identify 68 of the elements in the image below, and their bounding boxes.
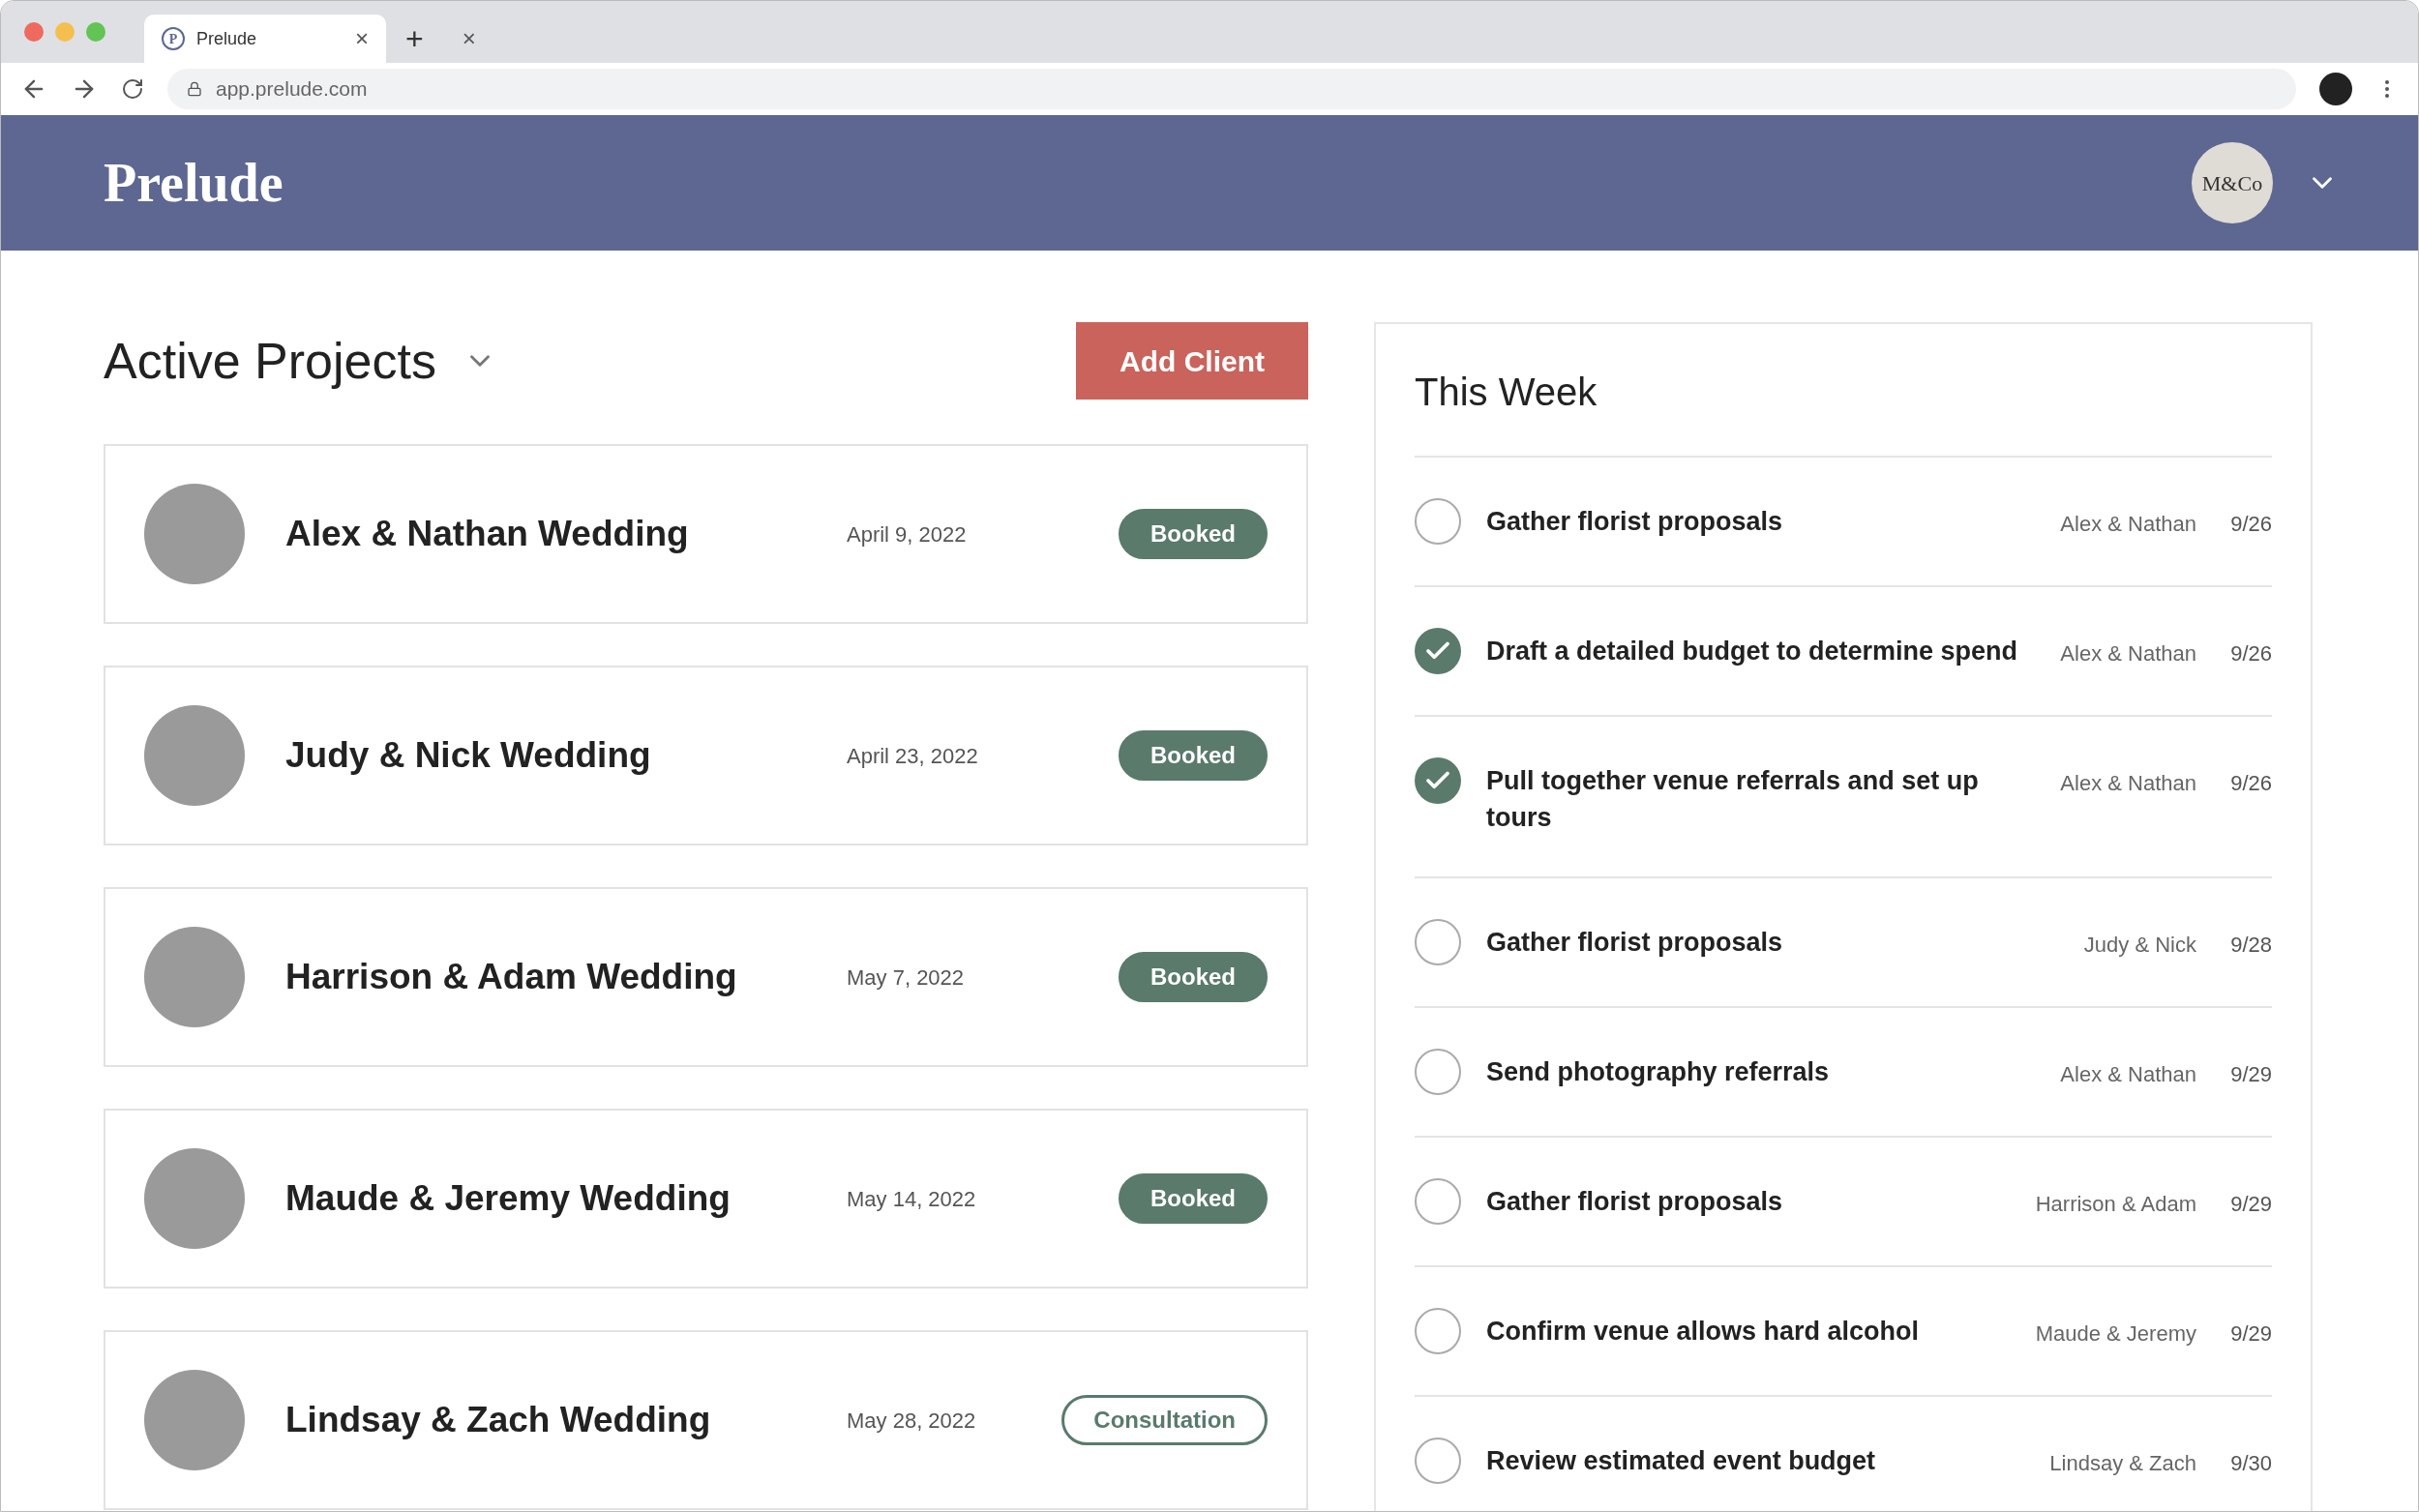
task-due-date: 9/26 (2229, 640, 2272, 667)
project-name: Harrison & Adam Wedding (285, 956, 738, 999)
status-badge: Booked (1119, 730, 1268, 781)
project-date: May 28, 2022 (847, 1407, 977, 1435)
reload-icon[interactable] (121, 77, 144, 101)
profile-avatar[interactable] (2319, 73, 2352, 105)
project-card[interactable]: Maude & Jeremy Wedding May 14, 2022 Booked (104, 1109, 1308, 1289)
status-badge: Booked (1119, 952, 1268, 1002)
close-window-icon[interactable] (24, 22, 44, 42)
task-checkbox[interactable] (1415, 1438, 1461, 1484)
task-client: Alex & Nathan (2060, 640, 2196, 667)
task-client: Alex & Nathan (2060, 770, 2196, 797)
project-card[interactable]: Judy & Nick Wedding April 23, 2022 Booked (104, 666, 1308, 845)
task-due-date: 9/26 (2229, 770, 2272, 797)
status-badge: Consultation (1061, 1395, 1268, 1445)
tab-title: Prelude (196, 27, 258, 50)
task-checkbox[interactable] (1415, 919, 1461, 965)
task-due-date: 9/30 (2229, 1450, 2272, 1477)
project-name: Alex & Nathan Wedding (285, 513, 690, 556)
task-text: Review estimated event budget (1486, 1445, 1877, 1477)
project-name: Lindsay & Zach Wedding (285, 1399, 712, 1442)
task-text: Gather florist proposals (1486, 1186, 1784, 1218)
task-text: Send photography referrals (1486, 1056, 1831, 1088)
close-button[interactable]: × (462, 21, 476, 56)
task-due-date: 9/28 (2229, 932, 2272, 959)
task-client: Alex & Nathan (2060, 511, 2196, 538)
project-name: Judy & Nick Wedding (285, 734, 652, 778)
task-due-date: 9/29 (2229, 1320, 2272, 1348)
add-client-button[interactable]: Add Client (1076, 322, 1308, 400)
task-due-date: 9/29 (2229, 1061, 2272, 1088)
browser-tab[interactable]: P Prelude × (144, 15, 386, 63)
account-avatar[interactable]: M&Co (2192, 142, 2273, 223)
section-title: Active Projects (104, 332, 436, 391)
project-name: Maude & Jeremy Wedding (285, 1177, 732, 1221)
task-text: Gather florist proposals (1486, 506, 1784, 538)
task-text: Gather florist proposals (1486, 927, 1784, 959)
address-bar[interactable]: app.prelude.com (167, 69, 2296, 109)
new-tab-button[interactable]: + (405, 15, 424, 62)
project-date: May 7, 2022 (847, 964, 966, 992)
tab-close-button[interactable]: × (355, 21, 369, 56)
task-text: Draft a detailed budget to determine spend (1486, 636, 2019, 667)
task-checkbox[interactable] (1415, 1178, 1461, 1225)
task-text: Pull together venue referrals and set up tours (1486, 765, 1980, 834)
status-badge: Booked (1119, 1173, 1268, 1224)
logo: Prelude (104, 152, 284, 215)
project-date: April 23, 2022 (847, 742, 979, 770)
project-date: April 9, 2022 (847, 520, 968, 548)
task-checkbox[interactable] (1415, 628, 1461, 674)
task-client: Alex & Nathan (2060, 1061, 2196, 1088)
project-date: May 14, 2022 (847, 1185, 977, 1213)
status-badge: Booked (1119, 509, 1268, 559)
project-card[interactable]: Harrison & Adam Wedding May 7, 2022 Booked (104, 887, 1308, 1067)
task-checkbox[interactable] (1415, 1308, 1461, 1354)
lock-icon (187, 81, 202, 97)
task-client: Maude & Jeremy (2035, 1320, 2196, 1348)
project-card[interactable]: Lindsay & Zach Wedding May 28, 2022 Consultation (104, 1330, 1308, 1510)
favicon-icon: P (162, 27, 185, 50)
task-due-date: 9/26 (2229, 511, 2272, 538)
task-checkbox[interactable] (1415, 757, 1461, 804)
task-client: Judy & Nick (2083, 932, 2196, 959)
task-text: Confirm venue allows hard alcohol (1486, 1316, 1921, 1348)
project-card[interactable]: Alex & Nathan Wedding April 9, 2022 Booked (104, 444, 1308, 624)
task-checkbox[interactable] (1415, 498, 1461, 545)
task-client: Harrison & Adam (2035, 1191, 2196, 1218)
task-due-date: 9/29 (2229, 1191, 2272, 1218)
task-client: Lindsay & Zach (2049, 1450, 2196, 1477)
task-checkbox[interactable] (1415, 1049, 1461, 1095)
panel-title: This Week (1415, 370, 1598, 415)
